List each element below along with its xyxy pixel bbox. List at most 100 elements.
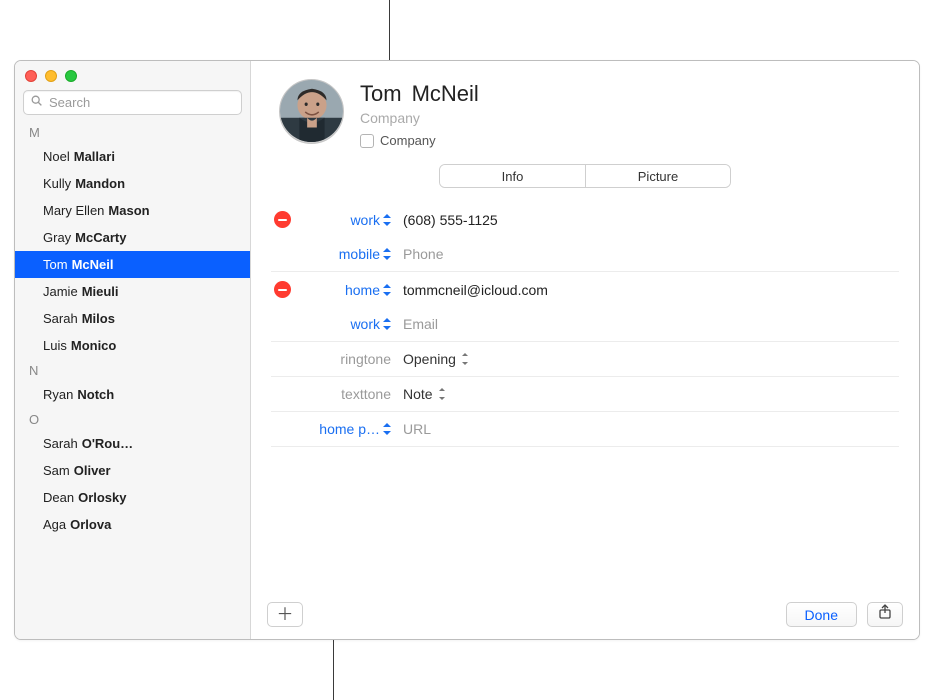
name-block: Tom McNeil Company Company — [360, 79, 479, 148]
search-field[interactable] — [23, 90, 242, 115]
row-email-home: home tommcneil@icloud.com — [271, 272, 899, 307]
minimize-window-button[interactable] — [45, 70, 57, 82]
row-url: home p… URL — [271, 412, 899, 447]
share-icon — [878, 604, 892, 625]
list-item[interactable]: Tom McNeil — [15, 251, 250, 278]
list-item-last: Mieuli — [82, 284, 119, 299]
phone-mobile-value[interactable]: Phone — [403, 246, 899, 262]
list-item-first: Aga — [43, 517, 66, 532]
list-item-last: Mandon — [75, 176, 125, 191]
list-item[interactable]: Mary EllenMason — [15, 197, 250, 224]
list-item[interactable]: Gray McCarty — [15, 224, 250, 251]
share-button[interactable] — [867, 602, 903, 627]
list-item-first: Mary Ellen — [43, 203, 104, 218]
section-header: M — [15, 121, 250, 143]
company-field[interactable]: Company — [360, 110, 479, 126]
done-button[interactable]: Done — [786, 602, 857, 627]
contact-list[interactable]: MNoelMallariKullyMandonMary EllenMasonGr… — [15, 121, 250, 639]
phone-mobile-label-select[interactable]: mobile — [329, 246, 391, 262]
list-item-first: Tom — [43, 257, 68, 272]
email-work-value[interactable]: Email — [403, 316, 899, 332]
url-value[interactable]: URL — [403, 421, 899, 437]
section-header: O — [15, 408, 250, 430]
list-item[interactable]: JamieMieuli — [15, 278, 250, 305]
list-item[interactable]: AgaOrlova — [15, 511, 250, 538]
texttone-value: Note — [403, 386, 433, 402]
ringtone-select[interactable]: Opening — [403, 351, 470, 367]
list-item[interactable]: Kully Mandon — [15, 170, 250, 197]
email-home-label: home — [345, 282, 380, 298]
list-item[interactable]: LuisMonico — [15, 332, 250, 359]
row-texttone: texttone Note — [271, 377, 899, 412]
list-item-first: Kully — [43, 176, 71, 191]
row-phone-mobile: mobile Phone — [271, 237, 899, 272]
phone-work-label-select[interactable]: work — [329, 212, 391, 228]
search-container — [15, 86, 250, 121]
plus-icon: ＋ — [277, 606, 294, 623]
tab-picture[interactable]: Picture — [585, 165, 730, 187]
phone-work-label: work — [350, 212, 380, 228]
search-icon — [30, 94, 43, 112]
section-header: N — [15, 359, 250, 381]
list-item-last: McCarty — [75, 230, 126, 245]
fields: work (608) 555-1125 mobile Phone — [251, 198, 919, 447]
contact-detail: Tom McNeil Company Company Info Picture — [251, 61, 919, 639]
email-work-label-select[interactable]: work — [329, 316, 391, 332]
list-item[interactable]: Dean Orlosky — [15, 484, 250, 511]
first-name-field[interactable]: Tom — [360, 81, 402, 107]
list-item[interactable]: RyanNotch — [15, 381, 250, 408]
window-controls — [15, 61, 250, 86]
email-home-value[interactable]: tommcneil@icloud.com — [403, 282, 899, 298]
updown-icon — [439, 388, 447, 400]
list-item-last: Notch — [77, 387, 114, 402]
updown-icon — [383, 284, 391, 296]
list-item-last: O'Rou… — [82, 436, 133, 451]
updown-icon — [383, 423, 391, 435]
email-work-label: work — [350, 316, 380, 332]
list-item-first: Dean — [43, 490, 74, 505]
list-item[interactable]: SamOliver — [15, 457, 250, 484]
list-item-last: Mallari — [74, 149, 115, 164]
phone-mobile-label: mobile — [339, 246, 380, 262]
close-window-button[interactable] — [25, 70, 37, 82]
updown-icon — [462, 353, 470, 365]
list-item-last: McNeil — [72, 257, 114, 272]
list-item-last: Milos — [82, 311, 115, 326]
contacts-window: MNoelMallariKullyMandonMary EllenMasonGr… — [14, 60, 920, 640]
ringtone-label: ringtone — [329, 351, 391, 367]
zoom-window-button[interactable] — [65, 70, 77, 82]
texttone-select[interactable]: Note — [403, 386, 447, 402]
callout-line-bottom — [333, 640, 334, 700]
list-item[interactable]: Noel Mallari — [15, 143, 250, 170]
row-phone-work: work (608) 555-1125 — [271, 202, 899, 237]
remove-email-home-button[interactable] — [274, 281, 291, 298]
remove-phone-work-button[interactable] — [274, 211, 291, 228]
updown-icon — [383, 248, 391, 260]
list-item-first: Sam — [43, 463, 70, 478]
list-item-first: Sarah — [43, 436, 78, 451]
url-label-select[interactable]: home p… — [319, 421, 391, 437]
list-item-first: Gray — [43, 230, 71, 245]
add-field-button[interactable]: ＋ — [267, 602, 303, 627]
row-email-work: work Email — [271, 307, 899, 342]
email-home-label-select[interactable]: home — [329, 282, 391, 298]
company-checkbox-label: Company — [380, 133, 436, 148]
avatar[interactable] — [279, 79, 344, 144]
company-checkbox[interactable] — [360, 134, 374, 148]
company-checkbox-row[interactable]: Company — [360, 133, 479, 148]
last-name-field[interactable]: McNeil — [412, 81, 479, 107]
updown-icon — [383, 318, 391, 330]
list-item[interactable]: Sarah Milos — [15, 305, 250, 332]
phone-work-value[interactable]: (608) 555-1125 — [403, 212, 899, 228]
list-item-first: Luis — [43, 338, 67, 353]
list-item-first: Sarah — [43, 311, 78, 326]
row-ringtone: ringtone Opening — [271, 342, 899, 377]
list-item[interactable]: Sarah O'Rou… — [15, 430, 250, 457]
card-tabs: Info Picture — [251, 158, 919, 198]
url-label: home p… — [319, 421, 380, 437]
tab-info[interactable]: Info — [440, 165, 585, 187]
list-item-last: Orlosky — [78, 490, 126, 505]
search-input[interactable] — [49, 95, 235, 110]
card-header: Tom McNeil Company Company — [251, 61, 919, 158]
list-item-first: Noel — [43, 149, 70, 164]
